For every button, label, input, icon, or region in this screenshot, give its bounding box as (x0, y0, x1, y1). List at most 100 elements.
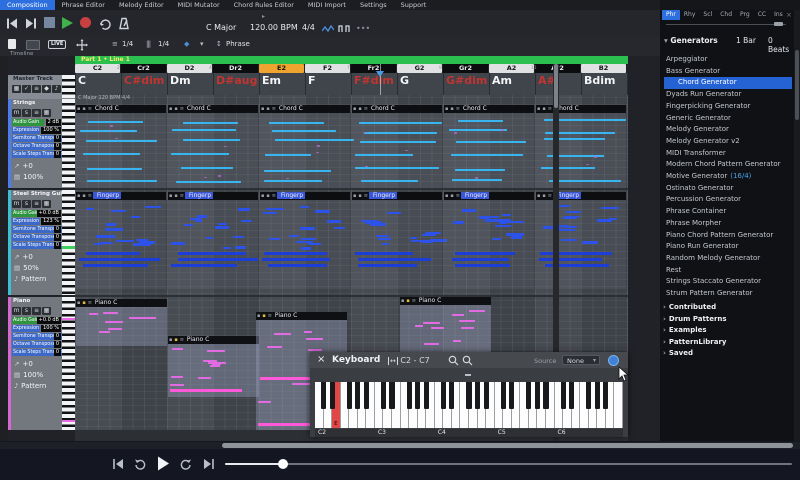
list-item-motive-generator[interactable]: Motive Generator(16/4) (666, 171, 796, 183)
black-key[interactable] (603, 382, 608, 409)
black-key[interactable] (347, 382, 352, 409)
phrase-block-piano-c[interactable]: ▪▪≡ Piano C (76, 299, 167, 346)
black-key[interactable] (321, 382, 326, 409)
param-row-expression[interactable]: Expression100 % (12, 325, 61, 333)
menu-tab-settings[interactable]: Settings (353, 0, 394, 10)
seek-bar[interactable] (225, 463, 792, 465)
black-key[interactable] (424, 382, 429, 409)
phrase-block-chord-c[interactable]: ▪▪≡ Chord C (260, 105, 350, 188)
footer-value[interactable]: Pattern (21, 275, 46, 283)
snap-value-left[interactable]: 1/4 (122, 40, 133, 48)
tempo-value[interactable]: 120.00 BPM (250, 23, 298, 32)
chord-cell-c[interactable]: C (75, 73, 121, 95)
browser-slider-handle[interactable] (774, 22, 783, 26)
panel-resize-handle[interactable] (465, 374, 471, 376)
footer-value[interactable]: 50% (23, 264, 39, 272)
phrase-block-fingerp[interactable]: ▪▪≡ Fingerp (260, 192, 350, 289)
phrase-block-header[interactable]: ▪▪≡ Chord C (260, 105, 350, 113)
black-key[interactable] (407, 382, 412, 409)
black-key[interactable] (561, 382, 566, 409)
param-value[interactable]: 0 (54, 135, 61, 142)
browser-tab-chd[interactable]: Chd (716, 10, 736, 20)
black-key[interactable] (586, 382, 591, 409)
phrase-block-piano-c[interactable]: ▪▪≡ Piano C (400, 297, 491, 356)
param-row-semitone-transpose[interactable]: Semitone Transpose0 (12, 333, 61, 341)
phrase-block-chord-c[interactable]: ▪▪≡ Chord C (168, 105, 258, 188)
menu-tab-chord-rules-editor[interactable]: Chord Rules Editor (227, 0, 301, 10)
footer-row-1[interactable]: ▤100% (14, 172, 43, 182)
param-value[interactable]: 100 % (41, 325, 61, 332)
chord-cell-f[interactable]: F (305, 73, 351, 95)
chord-slot-dr2[interactable]: Dr24 (213, 64, 258, 73)
list-item-percussion-generator[interactable]: Percussion Generator (666, 194, 796, 206)
menu-tab-midi-mutator[interactable]: MIDI Mutator (171, 0, 227, 10)
browser-tab-cc[interactable]: CC (754, 10, 770, 20)
next-icon[interactable] (202, 458, 216, 470)
phrase-block-header[interactable]: ▪▪≡ Piano C (400, 297, 491, 305)
phrase-block-header[interactable]: ▪▪≡ Piano C (168, 336, 259, 344)
play-icon[interactable] (157, 456, 170, 471)
vertical-scrollbar-thumb[interactable] (554, 64, 558, 108)
param-row-expression[interactable]: Expression123 % (12, 218, 61, 226)
phrase-block-header[interactable]: ▪▪≡ Fingerp (444, 192, 534, 200)
footer-row-0[interactable]: ↗+0 (14, 252, 33, 262)
footer-value[interactable]: 100% (23, 173, 43, 181)
menu-tab-midi-import[interactable]: MIDI Import (301, 0, 353, 10)
track-header-piano[interactable]: Pianoms≡▦Audio Gain+0.0 dBExpression100 … (8, 297, 62, 430)
black-key[interactable] (330, 382, 335, 409)
footer-value[interactable]: 100% (23, 371, 43, 379)
black-key[interactable] (415, 382, 420, 409)
footer-value[interactable]: +0 (22, 360, 32, 368)
mini-keyboard-2[interactable] (62, 297, 75, 430)
master-icon-4[interactable]: ◆ (42, 85, 51, 93)
black-key[interactable] (501, 382, 506, 409)
keyboard-panel-header[interactable]: × Keyboard ↔ C2 - C7 Source None ▾ (310, 352, 628, 368)
phrase-block-header[interactable]: ▪▪≡ Chord C (536, 105, 626, 113)
master-icon-1[interactable]: ▦ (12, 85, 21, 93)
track-icon-3[interactable]: ▦ (42, 200, 51, 208)
list-item-midi-transformer[interactable]: MIDI Transformer (666, 148, 796, 160)
list-item-melody-generator-v2[interactable]: Melody Generator v2 (666, 136, 796, 148)
chord-cell-c#dim[interactable]: C#dim (121, 73, 167, 95)
param-value[interactable]: 0 (54, 242, 61, 249)
chord-cell-g#dim[interactable]: G#dim (443, 73, 489, 95)
master-track-header[interactable]: Master Track ▦ ✓ ≡ ◆ ♪ (8, 75, 62, 99)
chord-slot-e2[interactable]: E2 (259, 64, 304, 73)
list-item-piano-run-generator[interactable]: Piano Run Generator (666, 241, 796, 253)
phrase-block-chord-c[interactable]: ▪▪≡ Chord C (76, 105, 166, 188)
phrase-block-chord-c[interactable]: ▪▪≡ Chord C (444, 105, 534, 188)
move-icon[interactable] (76, 39, 88, 51)
phrase-block-header[interactable]: ▪▪≡ Fingerp (260, 192, 350, 200)
track-icon-2[interactable]: ≡ (32, 109, 41, 117)
black-key[interactable] (526, 382, 531, 409)
footer-value[interactable]: +0 (22, 162, 32, 170)
black-key[interactable] (449, 382, 454, 409)
chord-slot-fr2[interactable]: Fr27 (351, 64, 396, 73)
keyboard-range[interactable]: ↔ C2 - C7 (388, 356, 430, 365)
chord-slot-b2[interactable]: B2 (581, 64, 626, 73)
footer-row-2[interactable]: ♪Pattern (14, 381, 46, 391)
list-item-phrase-container[interactable]: Phrase Container (666, 206, 796, 218)
param-row-octave-transpose[interactable]: Octave Transpose0 (12, 234, 61, 242)
phrase-mode-label[interactable]: Phrase (226, 40, 250, 48)
metronome-icon[interactable] (118, 17, 130, 30)
black-key[interactable] (543, 382, 548, 409)
browser-tab-prg[interactable]: Prg (736, 10, 754, 20)
param-value[interactable]: 0 (54, 226, 61, 233)
list-item-fingerpicking-generator[interactable]: Fingerpicking Generator (666, 101, 796, 113)
param-row-scale-steps-transpose[interactable]: Scale Steps Transpose0 (12, 349, 61, 357)
param-value[interactable]: 0 (54, 143, 61, 150)
menu-tab-melody-editor[interactable]: Melody Editor (112, 0, 171, 10)
phrase-block-header[interactable]: ▪▪≡ Chord C (444, 105, 534, 113)
track-icon-3[interactable]: ▦ (42, 307, 51, 315)
param-row-scale-steps-transpose[interactable]: Scale Steps Transpose0 (12, 151, 61, 159)
black-key[interactable] (484, 382, 489, 409)
phrase-block-header[interactable]: ▪▪≡ Piano C (256, 312, 347, 320)
key-signature[interactable]: C Major (206, 23, 236, 32)
midi-input-icon[interactable] (608, 355, 619, 366)
track-header-steel-string-guitar[interactable]: Steel String Guitarms≡▦Audio Gain+0.0 dB… (8, 190, 62, 295)
chord-slot-a2[interactable]: A2 (489, 64, 534, 73)
live-badge[interactable]: LIVE (48, 40, 66, 49)
list-item-chord-generator[interactable]: Chord Generator (664, 77, 792, 89)
param-value[interactable]: +0.0 dB (37, 317, 61, 324)
